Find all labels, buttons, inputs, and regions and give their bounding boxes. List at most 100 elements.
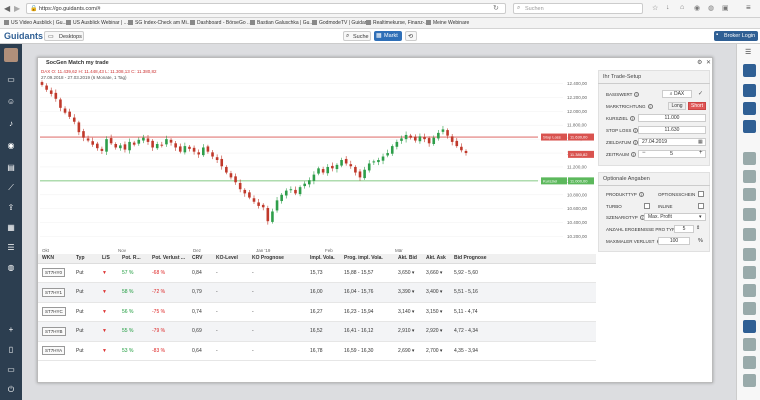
bookmark-item[interactable]: Realtimekurse, Finanz-... (366, 20, 429, 26)
star-icon[interactable]: ☆ (652, 4, 658, 12)
user-avatar[interactable] (4, 48, 18, 62)
upload-icon[interactable]: ⇪ (5, 202, 17, 214)
expert-avatar[interactable] (743, 356, 756, 369)
table-row[interactable]: ST7HYB Put ▼ 55 % -79 % 0,69 - - 16,52 16,41 - 16… (38, 321, 596, 342)
long-toggle[interactable]: Long (668, 102, 686, 110)
column-header[interactable]: Akt. Ask (422, 254, 450, 264)
table-row[interactable]: ST7HY1 Put ▼ 58 % -72 % 0,79 - - 16,00 16,04 - 15… (38, 282, 596, 303)
candlestick-chart[interactable]: 12.400,00 12.200,00 12.000,00 11.800,00 11.6… (38, 68, 598, 255)
maxverlust-input[interactable]: 100 (658, 237, 690, 245)
prev-button[interactable]: ⟲ (405, 31, 417, 41)
app-tile[interactable] (743, 102, 756, 115)
app-tile[interactable] (743, 84, 756, 97)
column-header[interactable]: CRV (188, 254, 212, 264)
app-tile[interactable] (743, 320, 756, 333)
suche-button[interactable]: ⌕ Suche (343, 31, 371, 41)
column-header[interactable]: Prog. impl. Vola. (340, 254, 394, 264)
expert-avatar[interactable] (743, 170, 756, 183)
extension-icon-3[interactable]: ▣ (722, 4, 729, 12)
expert-avatar[interactable] (743, 338, 756, 351)
optionsschein-checkbox[interactable] (698, 191, 704, 197)
broker-login-button[interactable]: ▪ Broker Login (714, 31, 758, 41)
book-icon[interactable]: ▤ (5, 162, 17, 174)
desktops-button[interactable]: ▭ Desktops (44, 31, 84, 41)
info-icon[interactable]: i (631, 152, 636, 157)
menu-icon[interactable]: ≡ (746, 3, 751, 12)
expert-avatar[interactable] (743, 208, 756, 221)
eye-icon[interactable]: ◉ (5, 140, 17, 152)
column-header[interactable]: Pot. Verlust ... (148, 254, 188, 264)
home-icon[interactable]: ⌂ (680, 4, 684, 11)
expert-avatar[interactable] (743, 266, 756, 279)
bell-icon[interactable]: ♪ (5, 118, 17, 130)
column-header[interactable]: Pot. R... (118, 254, 148, 264)
reload-icon[interactable]: ↻ (493, 4, 499, 12)
download-icon[interactable]: ↓ (666, 4, 670, 11)
bookmark-item[interactable]: US Ausblick Webinar | ... (66, 20, 128, 26)
browser-search-field[interactable]: ⌕ Suchen (513, 3, 643, 14)
column-header[interactable]: Typ (72, 254, 98, 264)
column-header[interactable]: WKN (38, 254, 72, 264)
info-icon[interactable]: i (634, 92, 640, 97)
check-icon[interactable]: ✓ (698, 90, 703, 97)
menu-icon[interactable]: ☰ (745, 48, 751, 56)
column-header[interactable]: Impl. Vola. (306, 254, 340, 264)
kursziel-input[interactable]: 11.000 (638, 114, 706, 122)
anzahl-stepper[interactable]: 5 (674, 225, 694, 233)
expert-avatar[interactable] (743, 284, 756, 297)
turbo-checkbox[interactable] (644, 203, 650, 209)
wkn-badge[interactable]: ST7HY0 (42, 268, 66, 278)
globe-icon[interactable]: ◍ (5, 262, 17, 274)
info-icon[interactable]: i (630, 116, 636, 121)
zeitraum-plus-button[interactable]: + (699, 150, 703, 156)
bookmark-item[interactable]: US Video Ausblick | Gu... (4, 20, 67, 26)
chart-icon[interactable]: ⟋ (5, 182, 17, 194)
settings-icon[interactable]: ⚙ (697, 59, 702, 66)
wkn-badge[interactable]: ST7HY1 (42, 287, 66, 297)
stoploss-input[interactable]: 11.630 (638, 126, 706, 134)
column-header[interactable]: L/S (98, 254, 118, 264)
wkn-badge[interactable]: ST7HYA (42, 346, 66, 356)
expert-avatar[interactable] (743, 248, 756, 261)
table-row[interactable]: ST7HYC Put ▼ 56 % -75 % 0,74 - - 16,27 16,23 - 15… (38, 302, 596, 322)
zieldatum-input[interactable]: 27.04.2019 (638, 138, 706, 146)
users-icon[interactable]: ☺ (5, 96, 17, 108)
table-icon[interactable]: ☰ (5, 242, 17, 254)
inline-checkbox[interactable] (698, 203, 704, 209)
expert-avatar[interactable] (743, 152, 756, 165)
bookmark-item[interactable]: GodmodeTV | Guidants (312, 20, 371, 26)
table-row[interactable]: ST7HY0 Put ▼ 57 % -68 % 0,84 - - 15,73 15,88 - 15… (38, 263, 596, 283)
forward-icon[interactable]: ▶ (14, 4, 20, 13)
markt-button[interactable]: ▦ Markt (374, 31, 402, 41)
expert-avatar[interactable] (743, 188, 756, 201)
wkn-badge[interactable]: ST7HYC (42, 307, 66, 317)
short-toggle[interactable]: Short (688, 102, 706, 110)
calendar-icon[interactable]: ▦ (5, 222, 17, 234)
basiswert-field[interactable]: ⌕ DAX (662, 90, 692, 98)
back-icon[interactable]: ◀ (4, 4, 10, 13)
folder-icon[interactable]: ▭ (5, 364, 17, 376)
info-icon[interactable]: i (638, 192, 644, 197)
url-field[interactable]: 🔒 https://go.guidants.com/# ↻ (26, 3, 506, 14)
bookmark-item[interactable]: SG Index-Check am Mi... (128, 20, 191, 26)
document-icon[interactable]: ▯ (5, 344, 17, 356)
expert-avatar[interactable] (743, 374, 756, 387)
column-header[interactable]: Akt. Bid (394, 254, 422, 264)
expert-avatar[interactable] (743, 228, 756, 241)
column-header[interactable]: KO Prognose (248, 254, 306, 264)
stepper-arrows-icon[interactable]: ⇕ (696, 225, 700, 231)
plus-icon[interactable]: + (5, 324, 17, 336)
table-row[interactable]: ST7HYA Put ▼ 53 % -83 % 0,64 - - 16,78 16,59 - 16… (38, 341, 596, 361)
column-header[interactable]: KO-Level (212, 254, 248, 264)
szenariotyp-select[interactable]: Max. Profit (644, 213, 706, 221)
app-tile[interactable] (743, 120, 756, 133)
guidants-logo[interactable]: Guidants (4, 31, 43, 41)
bookmark-item[interactable]: Bastian Galuschka | Gu... (250, 20, 314, 26)
extension-icon[interactable]: ◉ (694, 4, 700, 12)
calendar-icon[interactable]: ▦ (698, 139, 703, 145)
expert-avatar[interactable] (743, 302, 756, 315)
bookmark-item[interactable]: Meine Webinare (426, 20, 469, 26)
power-icon[interactable]: ⏻ (5, 384, 17, 396)
column-header[interactable]: Bid Prognose (450, 254, 596, 264)
monitor-icon[interactable]: ▭ (5, 74, 17, 86)
